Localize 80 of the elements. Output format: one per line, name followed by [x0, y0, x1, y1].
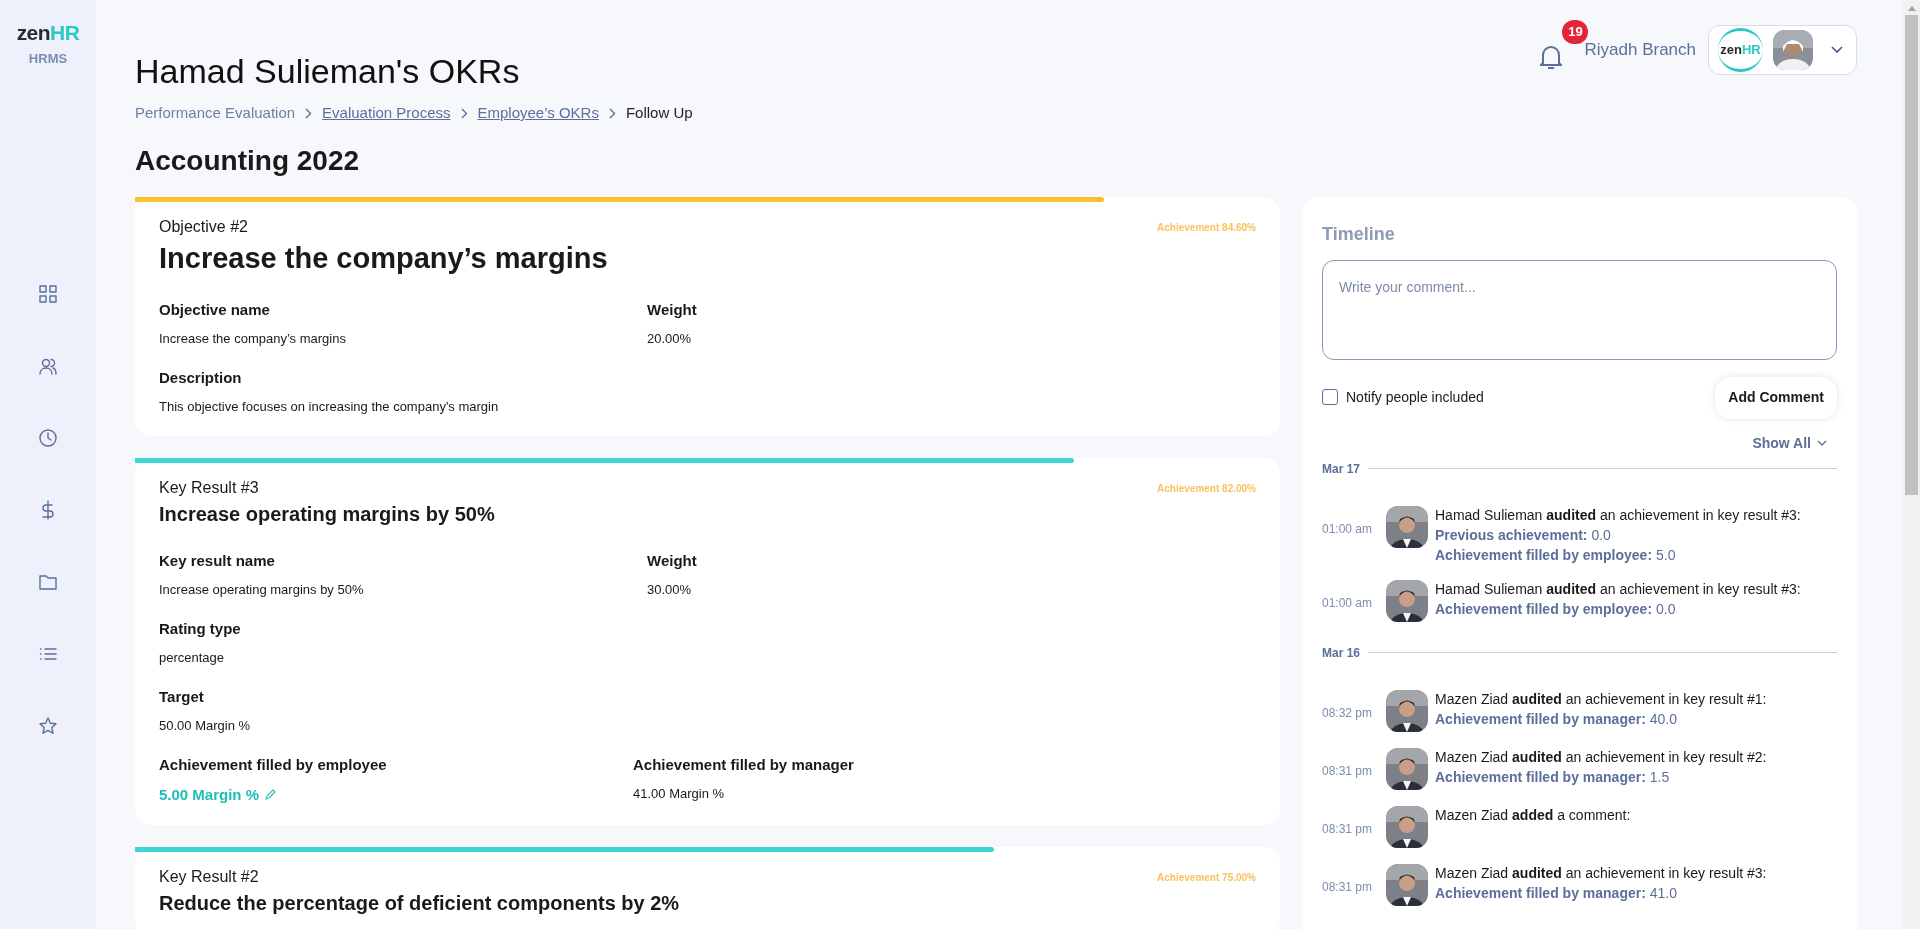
card-title: Increase the company’s margins	[159, 240, 609, 276]
chevron-down-icon	[1817, 440, 1827, 446]
achievement-text: Achievement 75.00%	[1157, 870, 1256, 885]
logo-subtitle: HRMS	[28, 50, 68, 68]
chevron-right-icon	[305, 107, 313, 119]
logo[interactable]: zenHR	[16, 22, 80, 43]
breadcrumb-link[interactable]: Evaluation Process	[322, 102, 451, 125]
timeline-message: Mazen Ziad audited an achievement in key result #2:	[1435, 747, 1767, 766]
checkbox[interactable]	[1322, 389, 1338, 405]
card-label: Objective #2	[159, 216, 248, 237]
card-title: Increase operating margins by 50%	[159, 501, 496, 527]
field-value: Increase operating margins by 50%	[159, 580, 365, 599]
card-title: Reduce the percentage of deficient components by 2%	[159, 890, 681, 916]
achievement-text: Achievement 82.00%	[1157, 481, 1256, 496]
time-label: 08:31 pm	[1322, 820, 1374, 838]
field-label: Weight	[647, 550, 698, 571]
timeline-message: Mazen Ziad audited an achievement in key result #3:	[1435, 863, 1767, 882]
timeline-detail: Achievement filled by employee: 5.0	[1435, 545, 1677, 564]
field-value: 41.00 Margin %	[633, 784, 726, 803]
panel-title: Timeline	[1322, 222, 1396, 246]
time-label: 08:32 pm	[1322, 704, 1374, 722]
field-value: Increase the company’s margins	[159, 329, 347, 348]
bell-icon	[1540, 44, 1563, 70]
grid-nav-button[interactable]	[37, 282, 59, 305]
timeline-detail: Achievement filled by manager: 40.0	[1435, 709, 1678, 728]
chevron-down-icon	[1831, 46, 1843, 54]
scrollbar[interactable]	[1903, 0, 1920, 929]
field-label: Key result name	[159, 550, 276, 571]
field-label: Rating type	[159, 618, 242, 639]
field-label: Weight	[647, 299, 698, 320]
date-label: Mar 16	[1322, 644, 1361, 662]
scroll-up-icon[interactable]	[1907, 6, 1916, 11]
field-value: 20.00%	[647, 329, 693, 348]
section-title: Accounting 2022	[135, 143, 361, 178]
pencil-icon[interactable]	[265, 789, 277, 800]
field-value: 30.00%	[647, 580, 693, 599]
grid-icon	[38, 283, 58, 304]
field-value: This objective focuses on increasing the company's margin	[159, 397, 500, 416]
time-label: 08:31 pm	[1322, 762, 1374, 780]
field-label: Description	[159, 367, 243, 388]
achievement-text: Achievement 84.60%	[1157, 220, 1256, 235]
timeline-message: Hamad Sulieman audited an achievement in key result #3:	[1435, 505, 1801, 524]
date-label: Mar 17	[1322, 460, 1361, 478]
notification-button[interactable]	[1540, 44, 1563, 70]
notification-badge: 19	[1562, 20, 1589, 44]
card-label: Key Result #2	[159, 866, 259, 887]
breadcrumb-item: Performance Evaluation	[135, 103, 296, 123]
timeline-detail: Achievement filled by employee: 0.0	[1435, 599, 1677, 618]
field-label: Target	[159, 686, 205, 707]
add-comment-button[interactable]: Add Comment	[1715, 376, 1837, 419]
field-label: Achievement filled by manager	[633, 754, 855, 775]
chevron-right-icon	[460, 107, 468, 119]
scrollbar-thumb[interactable]	[1905, 15, 1918, 495]
chevron-right-icon	[608, 107, 616, 119]
field-label: Achievement filled by employee	[159, 754, 388, 775]
breadcrumb-item: Follow Up	[625, 103, 693, 123]
time-label: 08:31 pm	[1322, 878, 1374, 896]
field-value: percentage	[159, 648, 226, 667]
page-title: Hamad Sulieman's OKRs	[135, 51, 521, 92]
clock-nav-button[interactable]	[37, 426, 59, 449]
timeline-detail: Previous achievement: 0.0	[1435, 525, 1612, 544]
timeline-message: Mazen Ziad added a comment:	[1435, 805, 1631, 824]
timeline-detail: Achievement filled by manager: 41.0	[1435, 883, 1678, 902]
timeline-message: Mazen Ziad audited an achievement in key result #1:	[1435, 689, 1767, 708]
comment-field[interactable]: Write your comment...	[1322, 259, 1837, 360]
clock-icon	[38, 427, 58, 448]
timeline-detail: Achievement filled by manager: 1.5	[1435, 767, 1671, 786]
breadcrumb-link[interactable]: Employee’s OKRs	[477, 102, 599, 125]
time-label: 01:00 am	[1322, 520, 1374, 538]
star-icon	[38, 715, 58, 736]
account-menu[interactable]: zenHR	[1708, 25, 1857, 75]
timeline-message: Hamad Sulieman audited an achievement in key result #3:	[1435, 579, 1801, 598]
field-value: 50.00 Margin %	[159, 716, 252, 735]
account-logo: zenHR	[1718, 28, 1763, 72]
checkbox-label: Notify people included	[1346, 387, 1484, 407]
field-value: 5.00 Margin %	[159, 784, 260, 805]
card-label: Key Result #3	[159, 477, 259, 498]
field-label: Objective name	[159, 299, 271, 320]
time-label: 01:00 am	[1322, 594, 1374, 612]
show-all-button[interactable]: Show All	[1752, 432, 1827, 454]
